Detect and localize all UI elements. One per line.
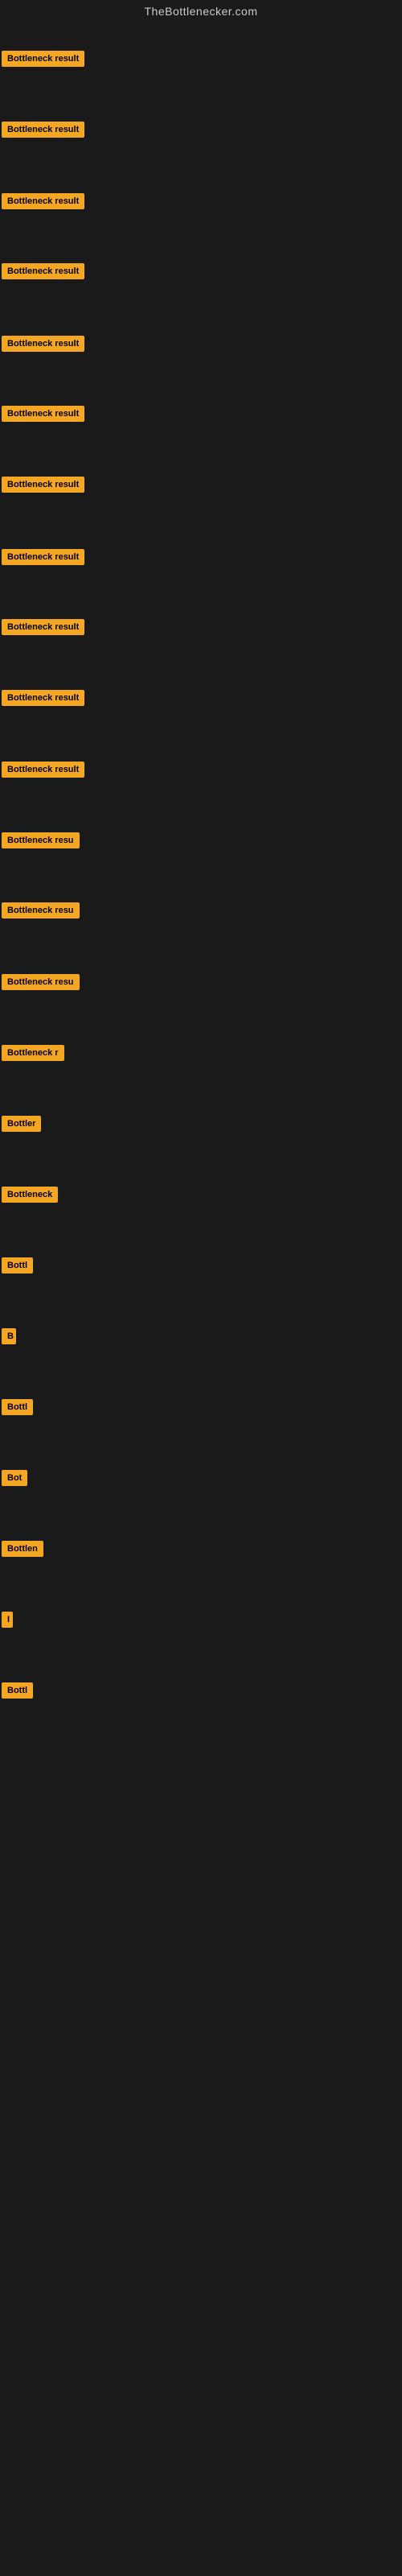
bottleneck-badge-20[interactable]: Bottl bbox=[2, 1399, 33, 1415]
bottleneck-item-21: Bot bbox=[2, 1470, 27, 1490]
bottleneck-item-20: Bottl bbox=[2, 1399, 33, 1419]
bottleneck-badge-6[interactable]: Bottleneck result bbox=[2, 406, 84, 422]
bottleneck-badge-4[interactable]: Bottleneck result bbox=[2, 263, 84, 279]
bottleneck-badge-21[interactable]: Bot bbox=[2, 1470, 27, 1486]
bottleneck-item-17: Bottleneck bbox=[2, 1187, 58, 1207]
bottleneck-item-15: Bottleneck r bbox=[2, 1045, 64, 1065]
bottleneck-item-8: Bottleneck result bbox=[2, 549, 84, 569]
bottleneck-badge-8[interactable]: Bottleneck result bbox=[2, 549, 84, 565]
bottleneck-badge-23[interactable]: I bbox=[2, 1612, 13, 1628]
bottleneck-badge-22[interactable]: Bottlen bbox=[2, 1541, 43, 1557]
bottleneck-badge-15[interactable]: Bottleneck r bbox=[2, 1045, 64, 1061]
bottleneck-badge-7[interactable]: Bottleneck result bbox=[2, 477, 84, 493]
bottleneck-item-18: Bottl bbox=[2, 1257, 33, 1278]
bottleneck-badge-9[interactable]: Bottleneck result bbox=[2, 619, 84, 635]
bottleneck-badge-14[interactable]: Bottleneck resu bbox=[2, 974, 80, 990]
bottleneck-badge-17[interactable]: Bottleneck bbox=[2, 1187, 58, 1203]
bottleneck-badge-3[interactable]: Bottleneck result bbox=[2, 193, 84, 209]
bottleneck-badge-16[interactable]: Bottler bbox=[2, 1116, 41, 1132]
site-header: TheBottlenecker.com bbox=[0, 0, 402, 21]
bottleneck-item-2: Bottleneck result bbox=[2, 122, 84, 142]
bottleneck-item-9: Bottleneck result bbox=[2, 619, 84, 639]
bottleneck-item-11: Bottleneck result bbox=[2, 762, 84, 782]
bottleneck-badge-24[interactable]: Bottl bbox=[2, 1682, 33, 1699]
bottleneck-badge-5[interactable]: Bottleneck result bbox=[2, 336, 84, 352]
bottleneck-item-19: B bbox=[2, 1328, 16, 1348]
bottleneck-item-12: Bottleneck resu bbox=[2, 832, 80, 852]
bottleneck-badge-19[interactable]: B bbox=[2, 1328, 16, 1344]
bottleneck-badge-1[interactable]: Bottleneck result bbox=[2, 51, 84, 67]
bottleneck-item-4: Bottleneck result bbox=[2, 263, 84, 283]
site-title: TheBottlenecker.com bbox=[0, 0, 402, 21]
bottleneck-badge-2[interactable]: Bottleneck result bbox=[2, 122, 84, 138]
bottleneck-item-1: Bottleneck result bbox=[2, 51, 84, 71]
bottleneck-item-22: Bottlen bbox=[2, 1541, 43, 1561]
bottleneck-item-10: Bottleneck result bbox=[2, 690, 84, 710]
bottleneck-item-7: Bottleneck result bbox=[2, 477, 84, 497]
bottleneck-item-13: Bottleneck resu bbox=[2, 902, 80, 923]
bottleneck-item-14: Bottleneck resu bbox=[2, 974, 80, 994]
bottleneck-badge-10[interactable]: Bottleneck result bbox=[2, 690, 84, 706]
bottleneck-item-24: Bottl bbox=[2, 1682, 33, 1703]
bottleneck-item-6: Bottleneck result bbox=[2, 406, 84, 426]
bottleneck-item-3: Bottleneck result bbox=[2, 193, 84, 213]
bottleneck-item-23: I bbox=[2, 1612, 13, 1632]
items-container: Bottleneck result Bottleneck result Bottle… bbox=[0, 21, 402, 2565]
bottleneck-item-16: Bottler bbox=[2, 1116, 41, 1136]
bottleneck-badge-13[interactable]: Bottleneck resu bbox=[2, 902, 80, 919]
bottleneck-badge-18[interactable]: Bottl bbox=[2, 1257, 33, 1274]
bottleneck-item-5: Bottleneck result bbox=[2, 336, 84, 356]
bottleneck-badge-11[interactable]: Bottleneck result bbox=[2, 762, 84, 778]
bottleneck-badge-12[interactable]: Bottleneck resu bbox=[2, 832, 80, 848]
